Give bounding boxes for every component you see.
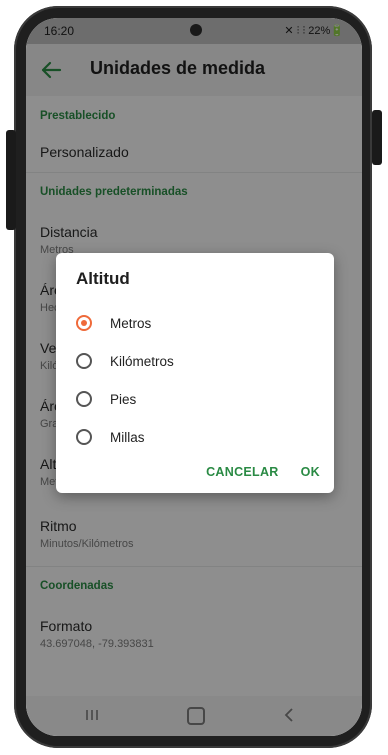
radio-option-metros[interactable]: Metros — [76, 307, 316, 339]
phone-side-button — [6, 130, 16, 230]
phone-side-button — [372, 110, 382, 165]
radio-label: Metros — [110, 315, 152, 331]
ok-button[interactable]: OK — [301, 465, 320, 479]
cancel-button[interactable]: CANCELAR — [206, 465, 279, 479]
radio-label: Kilómetros — [110, 353, 174, 369]
radio-label: Millas — [110, 429, 145, 445]
phone-screen: 16:20 ✕ ⫶ ⫶ 22%🔋 Unidades de medida Pres… — [26, 18, 362, 736]
altitud-dialog: Altitud Metros Kilómetros Pies Millas CA… — [56, 253, 334, 493]
radio-option-millas[interactable]: Millas — [76, 421, 316, 453]
radio-button[interactable] — [76, 391, 92, 407]
dialog-actions: CANCELAR OK — [206, 465, 320, 479]
radio-button[interactable] — [76, 353, 92, 369]
radio-option-kilometros[interactable]: Kilómetros — [76, 345, 316, 377]
radio-option-pies[interactable]: Pies — [76, 383, 316, 415]
radio-button[interactable] — [76, 429, 92, 445]
dialog-title: Altitud — [76, 269, 130, 288]
radio-label: Pies — [110, 391, 137, 407]
radio-button-selected[interactable] — [76, 315, 92, 331]
